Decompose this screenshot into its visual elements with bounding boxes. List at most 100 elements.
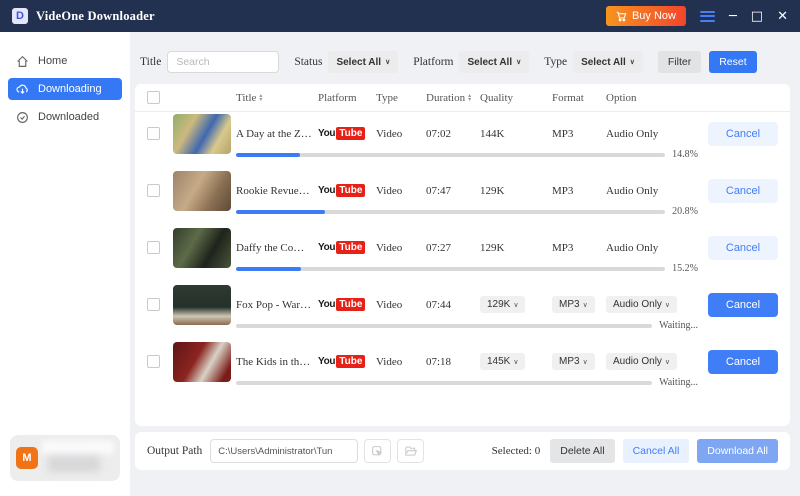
- video-thumbnail: [173, 170, 231, 211]
- youtube-logo-icon: You Tube: [318, 127, 376, 140]
- header-type: Type: [376, 91, 398, 104]
- locate-file-button[interactable]: [364, 439, 392, 463]
- sidebar-item-downloaded[interactable]: Downloaded: [8, 106, 122, 128]
- buy-now-button[interactable]: Buy Now: [605, 6, 686, 26]
- header-title: Title ▴ ▾: [236, 91, 263, 104]
- chevron-down-icon: ∨: [385, 59, 391, 66]
- chevron-down-icon: ∨: [516, 59, 522, 66]
- title-filter-label: Title: [140, 56, 162, 68]
- row-checkbox[interactable]: [147, 298, 160, 311]
- youtube-logo-icon: You Tube: [318, 241, 376, 254]
- sort-icon[interactable]: ▴ ▾: [259, 93, 262, 103]
- video-title: Fox Pop - Warne…: [236, 298, 318, 311]
- filter-bar: Title Status Select All ∨ Platform Selec…: [140, 50, 757, 74]
- video-type: Video: [376, 355, 403, 368]
- platform-select[interactable]: Select All ∨: [459, 51, 530, 73]
- status-filter-label: Status: [294, 56, 323, 68]
- video-type: Video: [376, 127, 403, 140]
- download-all-button[interactable]: Download All: [697, 439, 778, 463]
- chevron-down-icon: ∨: [513, 301, 519, 309]
- table-row: Fox Pop - Warne… You Tube Video 07:44 129…: [135, 283, 790, 340]
- option-select[interactable]: Audio Only ∨: [606, 353, 678, 370]
- cancel-button[interactable]: Cancel: [708, 292, 778, 317]
- header-duration: Duration ▴ ▾: [426, 91, 472, 104]
- format-select[interactable]: MP3 ∨: [552, 353, 595, 370]
- reset-button[interactable]: Reset: [709, 51, 757, 73]
- video-title: Rookie Revue (1…: [236, 184, 318, 197]
- close-icon[interactable]: ✕: [777, 10, 788, 23]
- header-platform: Platform: [318, 91, 357, 104]
- cancel-all-button[interactable]: Cancel All: [622, 439, 690, 463]
- table-row: Daffy the Comm… You Tube Video 07:27 129K…: [135, 226, 790, 283]
- sidebar: Home Downloading Downloaded M: [0, 32, 130, 496]
- row-checkbox[interactable]: [147, 355, 160, 368]
- search-input[interactable]: [167, 51, 280, 73]
- filter-button[interactable]: Filter: [657, 51, 702, 73]
- type-filter-label: Type: [544, 56, 568, 68]
- cancel-button[interactable]: Cancel: [708, 121, 778, 146]
- row-checkbox[interactable]: [147, 184, 160, 197]
- quality-select[interactable]: 129K ∨: [480, 296, 526, 313]
- video-duration: 07:47: [426, 184, 452, 197]
- progress-label: 15.2%: [672, 263, 698, 274]
- select-all-checkbox[interactable]: [147, 91, 160, 104]
- titlebar: D VideOne Downloader Buy Now ─ □ ✕: [0, 0, 800, 32]
- output-path-label: Output Path: [147, 445, 203, 457]
- chevron-down-icon: ∨: [582, 301, 588, 309]
- video-type: Video: [376, 184, 403, 197]
- sort-icon[interactable]: ▴ ▾: [468, 93, 471, 103]
- app-title: VideOne Downloader: [36, 8, 155, 23]
- output-path-input[interactable]: [210, 439, 359, 463]
- main-content: Title Status Select All ∨ Platform Selec…: [130, 32, 800, 496]
- cart-icon: [616, 11, 627, 21]
- folder-icon: [404, 446, 417, 456]
- chevron-down-icon: ∨: [582, 358, 588, 366]
- menu-icon[interactable]: [699, 10, 715, 22]
- table-row: The Kids in the … You Tube Video 07:18 14…: [135, 340, 790, 397]
- open-folder-button[interactable]: [397, 439, 425, 463]
- cloud-download-icon: [16, 84, 28, 94]
- app-logo-icon: D: [12, 8, 28, 24]
- video-quality: 129K: [480, 184, 505, 197]
- youtube-logo-icon: You Tube: [318, 184, 376, 197]
- type-select[interactable]: Select All ∨: [573, 51, 643, 73]
- video-title: The Kids in the …: [236, 355, 318, 368]
- quality-select[interactable]: 145K ∨: [480, 353, 526, 370]
- video-format: MP3: [552, 127, 574, 140]
- video-option: Audio Only: [606, 127, 659, 140]
- progress-bar: Waiting...: [236, 377, 698, 388]
- platform-filter-label: Platform: [413, 56, 454, 68]
- video-thumbnail: [173, 284, 231, 325]
- footer-bar: Output Path Selected: 0 Delete All Cance…: [135, 432, 790, 470]
- user-account-card[interactable]: M: [10, 435, 120, 481]
- cancel-button[interactable]: Cancel: [708, 235, 778, 260]
- sidebar-item-downloading[interactable]: Downloading: [8, 78, 122, 100]
- maximize-icon[interactable]: □: [751, 10, 763, 23]
- video-thumbnail: [173, 341, 231, 382]
- check-circle-icon: [17, 111, 28, 123]
- progress-label: 20.8%: [672, 206, 698, 217]
- video-duration: 07:27: [426, 241, 452, 254]
- status-select[interactable]: Select All ∨: [328, 51, 399, 73]
- row-checkbox[interactable]: [147, 127, 160, 140]
- row-checkbox[interactable]: [147, 241, 160, 254]
- chevron-down-icon: ∨: [664, 301, 671, 309]
- video-thumbnail: [173, 227, 231, 268]
- delete-all-button[interactable]: Delete All: [550, 439, 615, 463]
- selected-count: Selected: 0: [491, 445, 541, 457]
- cancel-button[interactable]: Cancel: [708, 178, 778, 203]
- video-duration: 07:44: [426, 298, 452, 311]
- youtube-logo-icon: You Tube: [318, 298, 376, 311]
- sidebar-item-home[interactable]: Home: [8, 50, 122, 72]
- blurred-username: [48, 456, 100, 472]
- minimize-icon[interactable]: ─: [729, 10, 737, 23]
- video-thumbnail: [173, 113, 231, 154]
- progress-label: 14.8%: [672, 149, 698, 160]
- chevron-down-icon: ∨: [629, 59, 635, 66]
- sidebar-item-label: Home: [38, 55, 68, 67]
- option-select[interactable]: Audio Only ∨: [606, 296, 678, 313]
- cancel-button[interactable]: Cancel: [708, 349, 778, 374]
- downloads-table: Title ▴ ▾ Platform Type Duration ▴ ▾ Quali…: [135, 84, 790, 426]
- chevron-down-icon: ∨: [513, 358, 519, 366]
- format-select[interactable]: MP3 ∨: [552, 296, 595, 313]
